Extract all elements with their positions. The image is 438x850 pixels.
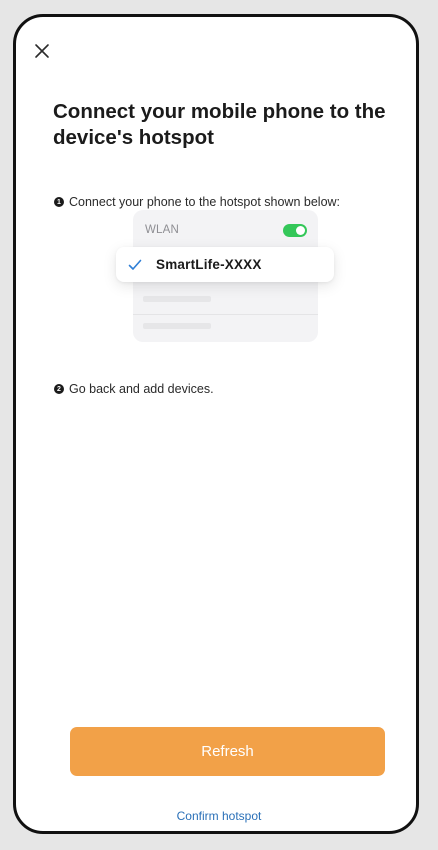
step-2-text: Go back and add devices. [69,382,214,396]
wlan-label: WLAN [145,224,180,236]
placeholder-network-bar [143,296,211,302]
wlan-toggle [283,224,307,237]
step-1-text: Connect your phone to the hotspot shown … [69,195,341,209]
step-number-badge: 1 [54,197,64,207]
placeholder-network-bar [143,323,211,329]
step-2: 2 Go back and add devices. [54,382,214,396]
selected-network-row: SmartLife-XXXX [116,247,334,282]
refresh-button[interactable]: Refresh [70,727,385,776]
step-number-badge: 2 [54,384,64,394]
network-name: SmartLife-XXXX [156,257,262,272]
confirm-hotspot-link[interactable]: Confirm hotspot [16,809,416,823]
close-icon[interactable] [32,41,52,61]
divider [133,314,318,315]
page-title: Connect your mobile phone to the device'… [53,100,386,149]
checkmark-icon [128,259,142,270]
step-1: 1 Connect your phone to the hotspot show… [54,195,340,209]
phone-frame: Connect your mobile phone to the device'… [13,14,419,834]
